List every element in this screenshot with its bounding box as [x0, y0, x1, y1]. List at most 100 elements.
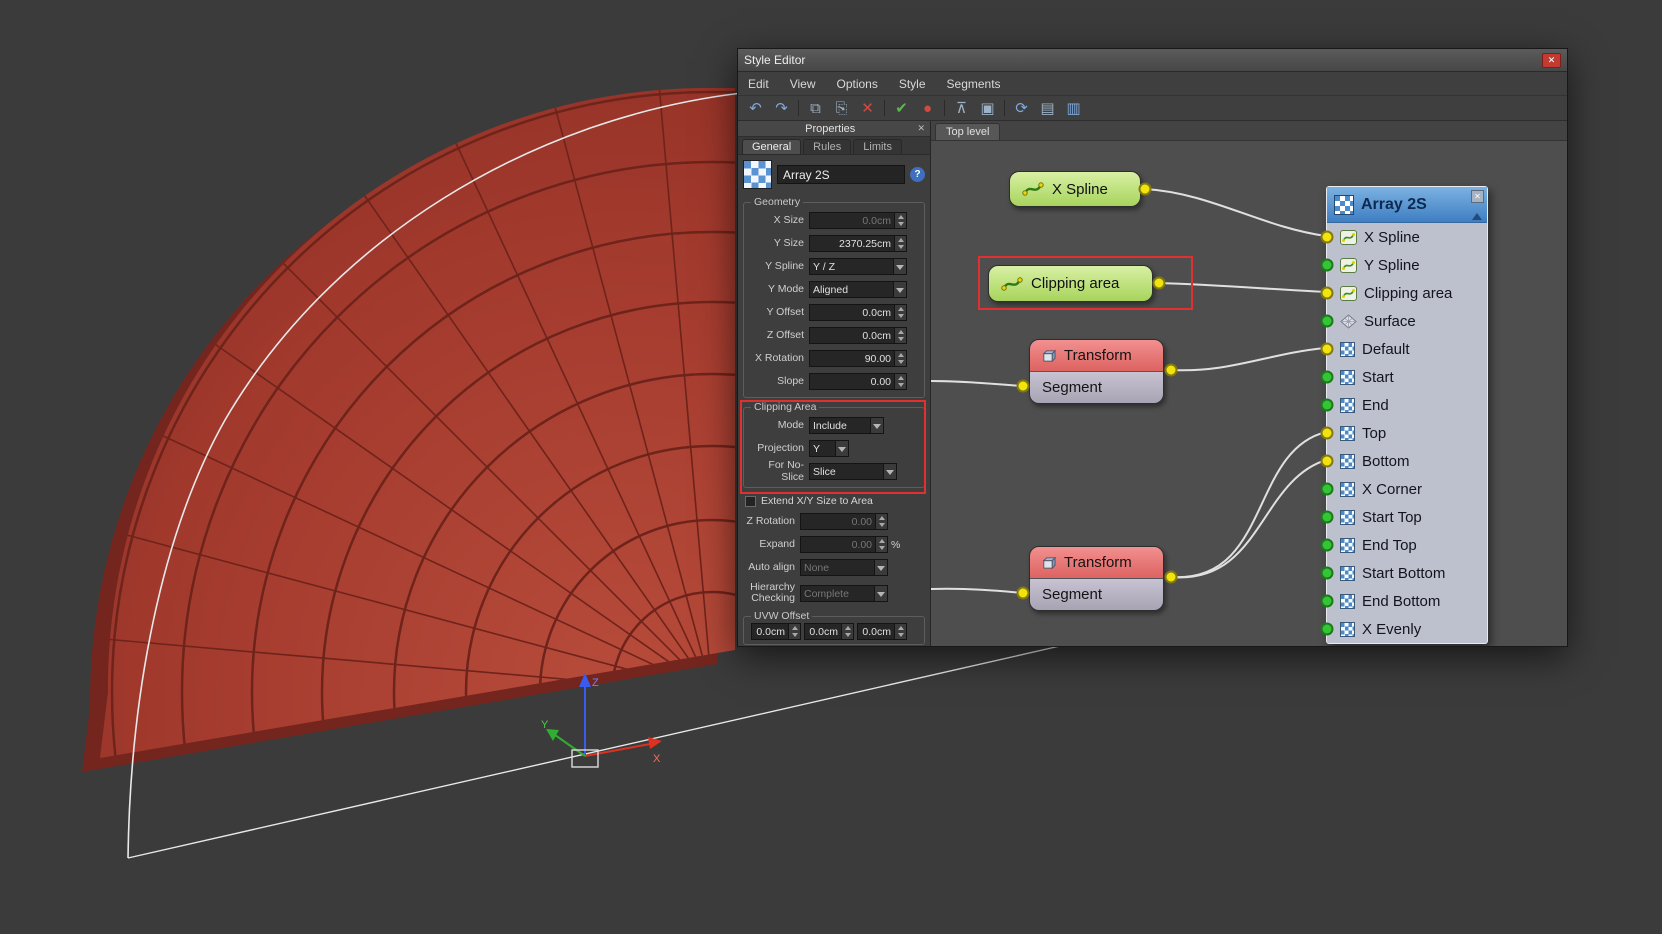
array-node-close-icon[interactable]: ✕	[1471, 190, 1484, 203]
expand-spinner[interactable]: 0.00	[800, 536, 888, 553]
input-socket[interactable]	[1321, 539, 1334, 552]
paste-icon[interactable]: ⎘	[832, 101, 851, 116]
pack-icon[interactable]: ▣	[978, 101, 997, 116]
refresh-icon[interactable]: ⟳	[1012, 101, 1031, 116]
spinner-arrows[interactable]	[875, 514, 887, 529]
help-icon[interactable]: ?	[910, 167, 925, 182]
copy-icon[interactable]: ⧉	[806, 101, 825, 116]
input-socket[interactable]	[1321, 371, 1334, 384]
input-socket[interactable]	[1321, 259, 1334, 272]
z-rotation-spinner[interactable]: 0.00	[800, 513, 888, 530]
node-transform-1[interactable]: Transform Segment	[1029, 339, 1164, 404]
y-size-spinner[interactable]: 2370.25cm	[809, 235, 907, 252]
spinner-arrows[interactable]	[894, 305, 906, 320]
array-input-surface[interactable]: Surface	[1327, 307, 1487, 335]
input-socket[interactable]	[1321, 287, 1334, 300]
notes-icon[interactable]: ▥	[1064, 101, 1083, 116]
spinner-arrows[interactable]	[894, 328, 906, 343]
spinner-arrows[interactable]	[894, 374, 906, 389]
socket-transform1-output[interactable]	[1165, 364, 1178, 377]
array-input-y-spline[interactable]: Y Spline	[1327, 251, 1487, 279]
filter-icon[interactable]: ⊼	[952, 101, 971, 116]
menu-edit[interactable]: Edit	[748, 77, 769, 91]
array-node-header[interactable]: Array 2S ✕	[1327, 187, 1487, 223]
projection-dropdown[interactable]: Y	[809, 440, 849, 457]
chevron-down-icon[interactable]	[874, 586, 887, 601]
z-offset-spinner[interactable]: 0.0cm	[809, 327, 907, 344]
slope-spinner[interactable]: 0.00	[809, 373, 907, 390]
socket-transform2-output[interactable]	[1165, 571, 1178, 584]
hierarchy-checking-dropdown[interactable]: Complete	[800, 585, 888, 602]
undo-icon[interactable]: ↶	[746, 101, 765, 116]
socket-segment1-input[interactable]	[1017, 380, 1030, 393]
input-socket[interactable]	[1321, 511, 1334, 524]
array-input-end-top[interactable]: End Top	[1327, 531, 1487, 559]
uvw-w-spinner[interactable]: 0.0cm	[857, 623, 907, 640]
auto-align-dropdown[interactable]: None	[800, 559, 888, 576]
extend-checkbox[interactable]	[745, 496, 756, 507]
array-input-end-bottom[interactable]: End Bottom	[1327, 587, 1487, 615]
array-input-bottom[interactable]: Bottom	[1327, 447, 1487, 475]
for-no-slice-dropdown[interactable]: Slice	[809, 463, 897, 480]
input-socket[interactable]	[1321, 455, 1334, 468]
array-input-end[interactable]: End	[1327, 391, 1487, 419]
spinner-arrows[interactable]	[788, 624, 800, 639]
socket-xspline-output[interactable]	[1139, 183, 1152, 196]
menu-options[interactable]: Options	[836, 77, 877, 91]
input-socket[interactable]	[1321, 483, 1334, 496]
tab-general[interactable]: General	[742, 139, 801, 154]
array-input-start[interactable]: Start	[1327, 363, 1487, 391]
chevron-down-icon[interactable]	[874, 560, 887, 575]
delete-icon[interactable]: ✕	[858, 101, 877, 116]
input-socket[interactable]	[1321, 315, 1334, 328]
clipping-mode-dropdown[interactable]: Include	[809, 417, 884, 434]
spinner-arrows[interactable]	[894, 351, 906, 366]
library-icon[interactable]: ▤	[1038, 101, 1057, 116]
y-offset-spinner[interactable]: 0.0cm	[809, 304, 907, 321]
input-socket[interactable]	[1321, 427, 1334, 440]
chevron-down-icon[interactable]	[893, 282, 906, 297]
socket-segment2-input[interactable]	[1017, 587, 1030, 600]
tab-limits[interactable]: Limits	[853, 139, 902, 154]
validate-icon[interactable]: ✔	[892, 101, 911, 116]
y-spline-dropdown[interactable]: Y / Z	[809, 258, 907, 275]
input-socket[interactable]	[1321, 567, 1334, 580]
array-input-start-top[interactable]: Start Top	[1327, 503, 1487, 531]
input-socket[interactable]	[1321, 623, 1334, 636]
properties-header[interactable]: Properties ✕	[738, 121, 930, 137]
spinner-arrows[interactable]	[841, 624, 853, 639]
array-input-x-evenly[interactable]: X Evenly	[1327, 615, 1487, 643]
menu-view[interactable]: View	[790, 77, 816, 91]
uvw-v-spinner[interactable]: 0.0cm	[804, 623, 854, 640]
array-input-default[interactable]: Default	[1327, 335, 1487, 363]
array-input-x-spline[interactable]: X Spline	[1327, 223, 1487, 251]
input-socket[interactable]	[1321, 343, 1334, 356]
input-socket[interactable]	[1321, 595, 1334, 608]
chevron-down-icon[interactable]	[893, 259, 906, 274]
chevron-down-icon[interactable]	[870, 418, 883, 433]
window-titlebar[interactable]: Style Editor ✕	[738, 49, 1567, 72]
spinner-arrows[interactable]	[875, 537, 887, 552]
node-array-2s[interactable]: Array 2S ✕ X Spline Y Spline	[1326, 186, 1488, 644]
node-graph-canvas[interactable]: Top level	[931, 121, 1567, 646]
spinner-arrows[interactable]	[894, 624, 906, 639]
spinner-arrows[interactable]	[894, 236, 906, 251]
y-mode-dropdown[interactable]: Aligned	[809, 281, 907, 298]
style-name-input[interactable]: Array 2S	[777, 165, 905, 184]
node-transform-2[interactable]: Transform Segment	[1029, 546, 1164, 611]
uvw-u-spinner[interactable]: 0.0cm	[751, 623, 801, 640]
tab-top-level[interactable]: Top level	[935, 123, 1000, 140]
node-clipping-area[interactable]: Clipping area	[988, 265, 1153, 302]
array-input-start-bottom[interactable]: Start Bottom	[1327, 559, 1487, 587]
chevron-down-icon[interactable]	[883, 464, 896, 479]
node-x-spline[interactable]: X Spline	[1009, 171, 1141, 207]
menu-style[interactable]: Style	[899, 77, 926, 91]
x-rotation-spinner[interactable]: 90.00	[809, 350, 907, 367]
array-input-clipping-area[interactable]: Clipping area	[1327, 279, 1487, 307]
redo-icon[interactable]: ↷	[772, 101, 791, 116]
array-node-collapse-icon[interactable]	[1472, 213, 1482, 220]
input-socket[interactable]	[1321, 231, 1334, 244]
input-socket[interactable]	[1321, 399, 1334, 412]
chevron-down-icon[interactable]	[835, 441, 848, 456]
disable-icon[interactable]: ●	[918, 101, 937, 116]
